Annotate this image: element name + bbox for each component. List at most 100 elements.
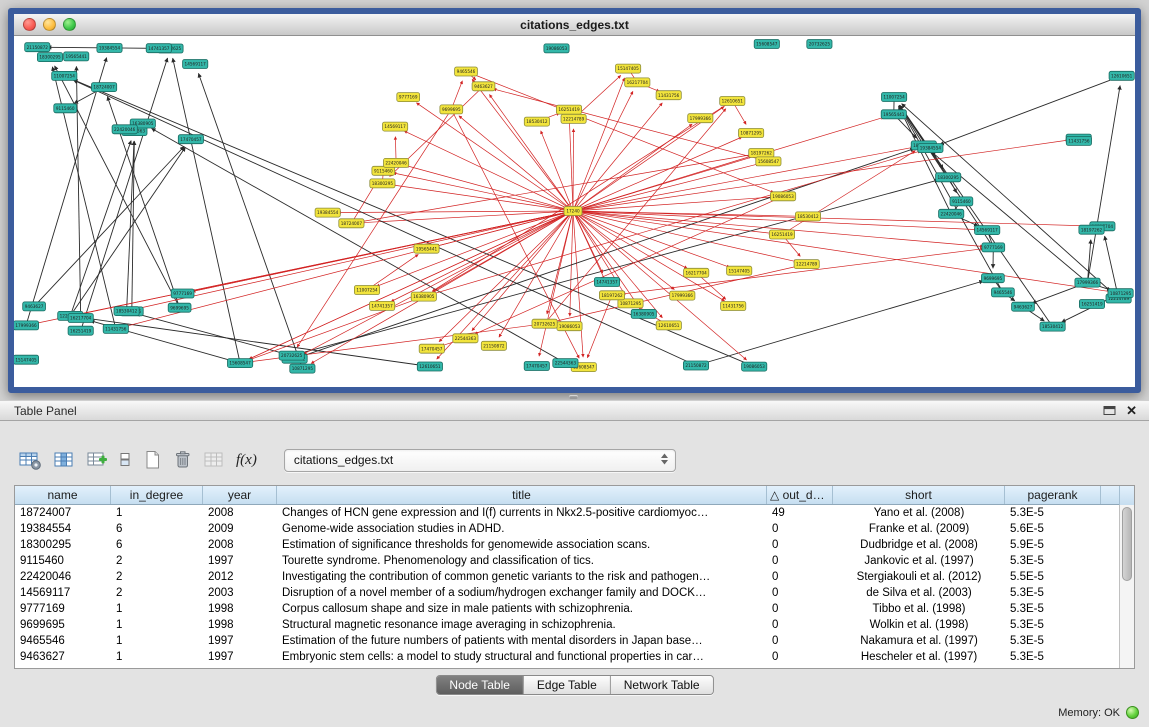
graph-node[interactable]: 18724007 <box>92 83 117 92</box>
delete-table-disabled-icon[interactable] <box>203 448 225 472</box>
graph-node[interactable]: 20732625 <box>807 40 832 49</box>
graph-node[interactable]: 14569117 <box>975 226 1000 235</box>
graph-node[interactable]: 18724007 <box>339 219 364 228</box>
graph-node[interactable]: 12214789 <box>561 114 586 123</box>
graph-node[interactable]: 20732625 <box>532 319 557 328</box>
graph-node[interactable]: 12610651 <box>1109 71 1134 80</box>
graph-node[interactable]: 22544363 <box>453 334 478 343</box>
graph-edge[interactable] <box>900 105 1053 326</box>
graph-node[interactable]: 16251419 <box>1079 300 1104 309</box>
graph-edge[interactable] <box>432 101 732 291</box>
graph-node[interactable]: 14741357 <box>370 301 395 310</box>
table-row[interactable]: 977716911998Corpus callosum shape and si… <box>15 601 1121 617</box>
graph-edge[interactable] <box>539 211 573 356</box>
graph-node[interactable]: 9465546 <box>992 288 1015 297</box>
graph-node[interactable]: 9115460 <box>950 197 973 206</box>
graph-node[interactable]: 19086053 <box>742 362 767 371</box>
graph-node[interactable]: 17470457 <box>419 344 444 353</box>
graph-node[interactable]: 9777169 <box>397 93 420 102</box>
graph-node[interactable]: 9699695 <box>982 274 1005 283</box>
close-window-icon[interactable] <box>23 18 36 31</box>
graph-node[interactable]: 9463627 <box>1012 302 1035 311</box>
graph-node[interactable]: 19565441 <box>64 52 89 61</box>
column-header-short[interactable]: short <box>833 486 1005 504</box>
graph-node[interactable]: 11431756 <box>656 91 681 100</box>
graph-node[interactable]: 22420046 <box>112 125 137 134</box>
graph-edge[interactable] <box>940 76 1122 145</box>
graph-node[interactable]: 15147405 <box>727 266 752 275</box>
column-header-out_degree[interactable]: △ out_degree <box>767 486 833 504</box>
graph-node[interactable]: 12610651 <box>656 321 681 330</box>
graph-edge[interactable] <box>406 166 573 212</box>
graph-node[interactable]: 19384554 <box>918 144 943 153</box>
graph-node[interactable]: 12214789 <box>794 260 819 269</box>
tab-edge-table[interactable]: Edge Table <box>523 676 610 694</box>
graph-edge[interactable] <box>573 140 1069 211</box>
graph-edge[interactable] <box>573 78 625 211</box>
graph-edge[interactable] <box>899 106 952 214</box>
graph-edge[interactable] <box>311 211 573 364</box>
graph-edge[interactable] <box>612 249 983 296</box>
graph-node[interactable]: 20732625 <box>279 351 304 360</box>
graph-node[interactable]: 14741357 <box>594 278 619 287</box>
panel-divider-grip[interactable] <box>569 395 578 399</box>
graph-node[interactable]: 18530412 <box>1040 322 1065 331</box>
graph-edge[interactable] <box>303 211 573 354</box>
graph-node[interactable]: 11007254 <box>52 71 77 80</box>
graph-node[interactable]: 18300295 <box>370 179 395 188</box>
graph-node[interactable]: 17470457 <box>524 362 549 371</box>
graph-node[interactable]: 16380905 <box>631 309 656 318</box>
new-document-icon[interactable] <box>143 448 162 472</box>
graph-node[interactable]: 10871295 <box>1108 289 1133 298</box>
graph-node[interactable]: 17999366 <box>670 291 695 300</box>
graph-node[interactable]: 9699695 <box>168 303 191 312</box>
graph-node[interactable]: 22544363 <box>553 359 578 368</box>
graph-node[interactable]: 17470457 <box>178 135 203 144</box>
graph-node[interactable]: 11431756 <box>721 302 746 311</box>
graph-edge[interactable] <box>199 73 303 368</box>
graph-edge[interactable] <box>361 211 573 223</box>
table-row[interactable]: 2242004622012Investigating the contribut… <box>15 569 1121 585</box>
table-row[interactable]: 946362711997Embryonic stem cells: a mode… <box>15 649 1121 665</box>
graph-node[interactable]: 18197262 <box>599 291 624 300</box>
network-window-titlebar[interactable]: citations_edges.txt <box>14 14 1135 36</box>
graph-node[interactable]: 19384554 <box>315 208 340 217</box>
graph-node[interactable]: 15147405 <box>14 355 39 364</box>
graph-edge[interactable] <box>173 58 240 363</box>
table-row[interactable]: 946554611997Estimation of the future num… <box>15 633 1121 649</box>
graph-edge[interactable] <box>1088 240 1091 283</box>
scrollbar-thumb[interactable] <box>1122 507 1132 581</box>
graph-node[interactable]: 15608547 <box>756 157 781 166</box>
graph-node[interactable]: 12610651 <box>720 97 745 106</box>
network-graph-svg[interactable]: 1724018530412162514191221478915147405162… <box>14 36 1135 387</box>
graph-node[interactable]: 9463627 <box>472 82 495 91</box>
column-header-year[interactable]: year <box>203 486 277 504</box>
tab-node-table[interactable]: Node Table <box>436 676 523 694</box>
graph-edge[interactable] <box>136 314 292 356</box>
graph-node[interactable]: 11007254 <box>354 286 379 295</box>
minimize-window-icon[interactable] <box>43 18 56 31</box>
graph-node[interactable]: 18197262 <box>1079 225 1104 234</box>
select-columns-icon[interactable] <box>53 448 75 472</box>
graph-node[interactable]: 16251419 <box>556 105 581 114</box>
graph-node[interactable]: 9777169 <box>982 243 1005 252</box>
graph-node[interactable]: 17999366 <box>14 321 39 330</box>
graph-node[interactable]: 10871295 <box>290 364 315 373</box>
graph-node[interactable]: 10871295 <box>618 299 643 308</box>
graph-edge[interactable] <box>696 281 983 366</box>
graph-node[interactable]: 22420046 <box>384 158 409 167</box>
graph-edge[interactable] <box>391 211 573 302</box>
graph-node[interactable]: 18300295 <box>37 53 62 62</box>
table-row[interactable]: 1830029562008Estimation of significance … <box>15 537 1121 553</box>
graph-node[interactable]: 21150872 <box>683 361 708 370</box>
graph-edge[interactable] <box>782 151 915 235</box>
row-tools-icon[interactable] <box>119 448 132 472</box>
graph-node[interactable]: 19086053 <box>557 322 582 331</box>
graph-edge[interactable] <box>573 164 759 211</box>
graph-edge[interactable] <box>472 79 573 211</box>
graph-edge[interactable] <box>367 254 418 290</box>
graph-node[interactable]: 15608547 <box>754 40 779 49</box>
graph-node[interactable]: 14569117 <box>183 60 208 69</box>
graph-edge[interactable] <box>573 117 884 211</box>
graph-node[interactable]: 14569117 <box>383 122 408 131</box>
